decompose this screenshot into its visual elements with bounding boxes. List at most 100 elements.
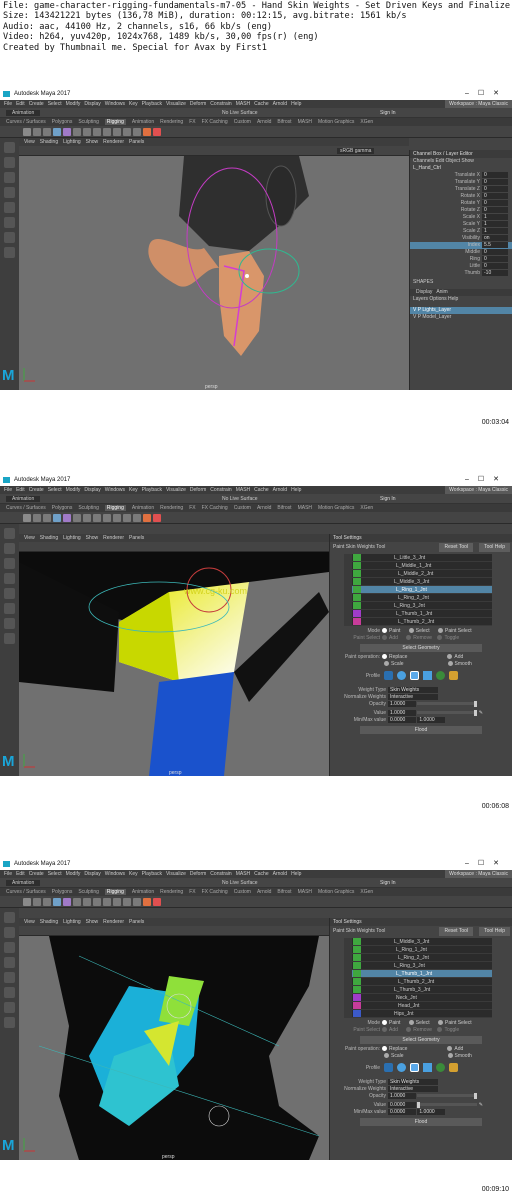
vp-menu-lighting[interactable]: Lighting	[63, 919, 81, 925]
scale-tool-icon[interactable]	[4, 217, 15, 228]
menu-deform[interactable]: Deform	[190, 487, 206, 493]
cb-menu[interactable]: Channels	[413, 158, 434, 164]
bind-skin-icon[interactable]	[53, 514, 61, 522]
mode-option[interactable]: Paint Select	[445, 1020, 472, 1026]
radio-icon[interactable]	[438, 1020, 443, 1026]
channel-row[interactable]: Thumb -10	[410, 270, 512, 277]
custom-brush-icon[interactable]	[436, 1063, 445, 1073]
paint-op-option[interactable]: Scale	[391, 1053, 404, 1059]
paint-select-option[interactable]: Add	[389, 1027, 398, 1033]
orient-icon[interactable]	[103, 514, 111, 522]
cluster-icon[interactable]	[73, 898, 81, 906]
radio-icon[interactable]	[408, 1020, 414, 1026]
channel-row[interactable]: Little 0	[410, 263, 512, 270]
shelf-tab[interactable]: Animation	[132, 889, 154, 895]
menu-modify[interactable]: Modify	[66, 101, 81, 107]
lock-icon[interactable]	[344, 562, 352, 569]
color-space-label[interactable]: sRGB gamma	[337, 148, 375, 154]
paint-select-icon[interactable]	[4, 172, 15, 183]
mode-dropdown[interactable]: Animation	[6, 496, 41, 502]
menu-visualize[interactable]: Visualize	[166, 487, 186, 493]
lock-icon[interactable]	[344, 1010, 352, 1017]
menu-arnold[interactable]: Arnold	[273, 871, 287, 877]
mode-dropdown[interactable]: Animation	[6, 110, 41, 116]
vp-menu-renderer[interactable]: Renderer	[103, 535, 124, 541]
shelf-tab[interactable]: XGen	[360, 505, 373, 511]
mode-option[interactable]: Paint Select	[445, 628, 472, 634]
shelf-tab[interactable]: Sculpting	[78, 505, 99, 511]
radio-icon[interactable]	[382, 1027, 387, 1033]
orient-icon[interactable]	[103, 128, 111, 136]
menu-file[interactable]: File	[4, 487, 12, 493]
shelf-tab[interactable]: MASH	[298, 889, 312, 895]
menu-modify[interactable]: Modify	[66, 487, 81, 493]
radio-icon[interactable]	[437, 635, 443, 641]
channel-value[interactable]: 0	[482, 193, 508, 199]
menu-help[interactable]: Help	[291, 871, 301, 877]
paint-select-option[interactable]: Add	[389, 635, 398, 641]
paint-weights-icon[interactable]	[63, 898, 71, 906]
viewport-3d[interactable]: persp	[19, 156, 409, 390]
mode-option[interactable]: Paint	[389, 628, 400, 634]
menu-key[interactable]: Key	[129, 871, 138, 877]
layout-single-icon[interactable]	[4, 618, 15, 629]
lock-icon[interactable]	[344, 610, 352, 617]
shelf-tab[interactable]: FX Caching	[202, 889, 228, 895]
layer-row[interactable]: V P Lights_Layer	[410, 307, 512, 314]
radio-icon[interactable]	[384, 661, 389, 667]
paint-op-option[interactable]: Smooth	[455, 661, 472, 667]
menu-playback[interactable]: Playback	[142, 101, 162, 107]
channel-row[interactable]: Rotate Z0	[410, 207, 512, 214]
menu-select[interactable]: Select	[48, 101, 62, 107]
sign-in-button[interactable]: Sign In	[380, 496, 396, 502]
gaussian-brush-icon[interactable]	[384, 671, 393, 681]
opacity-field[interactable]: 1.0000	[388, 1093, 416, 1099]
vp-menu-panels[interactable]: Panels	[129, 139, 144, 145]
vp-menu-shading[interactable]: Shading	[40, 919, 58, 925]
channel-value[interactable]: 0	[482, 186, 508, 192]
layer-menu[interactable]: Layers	[413, 296, 428, 302]
locator-icon[interactable]	[143, 898, 151, 906]
normalize-dropdown[interactable]: Interactive	[388, 694, 438, 700]
influence-row[interactable]: L_Ring_3_Jnt	[344, 602, 492, 610]
shelf-tab[interactable]: Bifrost	[277, 889, 291, 895]
paint-select-option[interactable]: Toggle	[444, 1027, 459, 1033]
window-controls[interactable]: –☐✕	[465, 88, 508, 100]
ik-handle-icon[interactable]	[33, 514, 41, 522]
square-brush-icon[interactable]	[423, 1063, 432, 1073]
bind-skin-icon[interactable]	[53, 128, 61, 136]
max-field[interactable]: 1.0000	[417, 1109, 446, 1115]
shelf-tab[interactable]: Arnold	[257, 889, 271, 895]
select-tool-icon[interactable]	[4, 912, 15, 923]
layout-four-icon[interactable]	[4, 1017, 15, 1028]
pole-icon[interactable]	[133, 898, 141, 906]
lasso-tool-icon[interactable]	[4, 543, 15, 554]
shelf-tab[interactable]: MASH	[298, 119, 312, 125]
influence-row[interactable]: L_Thumb_2_Jnt	[344, 978, 492, 986]
menu-select[interactable]: Select	[48, 487, 62, 493]
constraint-icon[interactable]	[93, 128, 101, 136]
menu-arnold[interactable]: Arnold	[273, 487, 287, 493]
parent-icon[interactable]	[123, 514, 131, 522]
influence-row[interactable]: L_Thumb_1_Jnt	[344, 970, 492, 978]
layer-tab-display[interactable]: Display	[416, 289, 432, 295]
channel-row[interactable]: Scale Z1	[410, 228, 512, 235]
shelf-tab[interactable]: FX	[189, 889, 195, 895]
shelf-tab[interactable]: Curves / Surfaces	[6, 505, 46, 511]
lock-icon[interactable]	[344, 986, 352, 993]
eyedropper-icon[interactable]: ✎	[479, 1102, 483, 1108]
mode-option[interactable]: Paint	[389, 1020, 400, 1026]
cluster-icon[interactable]	[73, 128, 81, 136]
vp-menu-view[interactable]: View	[24, 919, 35, 925]
joint-tool-icon[interactable]	[23, 128, 31, 136]
radio-icon[interactable]	[406, 1027, 412, 1033]
select-tool-icon[interactable]	[4, 142, 15, 153]
shelf-tab[interactable]: Rendering	[160, 889, 183, 895]
mode-dropdown[interactable]: Animation	[6, 880, 41, 886]
menu-windows[interactable]: Windows	[105, 101, 125, 107]
vp-menu-show[interactable]: Show	[86, 919, 99, 925]
mode-option[interactable]: Select	[416, 1020, 430, 1026]
influence-row[interactable]: L_Ring_1_Jnt	[344, 586, 492, 594]
menu-display[interactable]: Display	[84, 871, 100, 877]
lock-icon[interactable]	[344, 994, 352, 1001]
